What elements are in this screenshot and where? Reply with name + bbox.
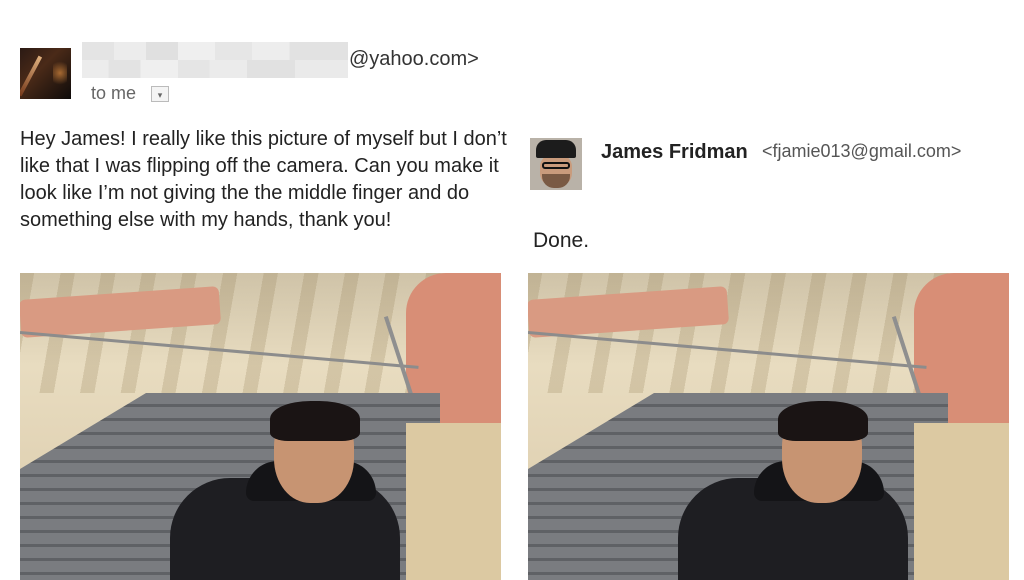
reply-message: Done. bbox=[533, 229, 590, 252]
sender-email-domain: @yahoo.com> bbox=[349, 48, 479, 70]
original-photo bbox=[20, 273, 501, 580]
sender-avatar bbox=[20, 48, 71, 99]
sender-name-redacted bbox=[82, 42, 348, 78]
reply-sender-name: James Fridman bbox=[601, 141, 748, 163]
recipient-label: to me bbox=[91, 83, 137, 103]
edited-photo bbox=[528, 273, 1009, 580]
reply-sender-email: <fjamie013@gmail.com> bbox=[762, 141, 962, 161]
chevron-down-icon[interactable]: ▾ bbox=[151, 86, 169, 102]
reply-avatar bbox=[530, 138, 582, 190]
message-body: Hey James! I really like this picture of… bbox=[20, 128, 507, 231]
